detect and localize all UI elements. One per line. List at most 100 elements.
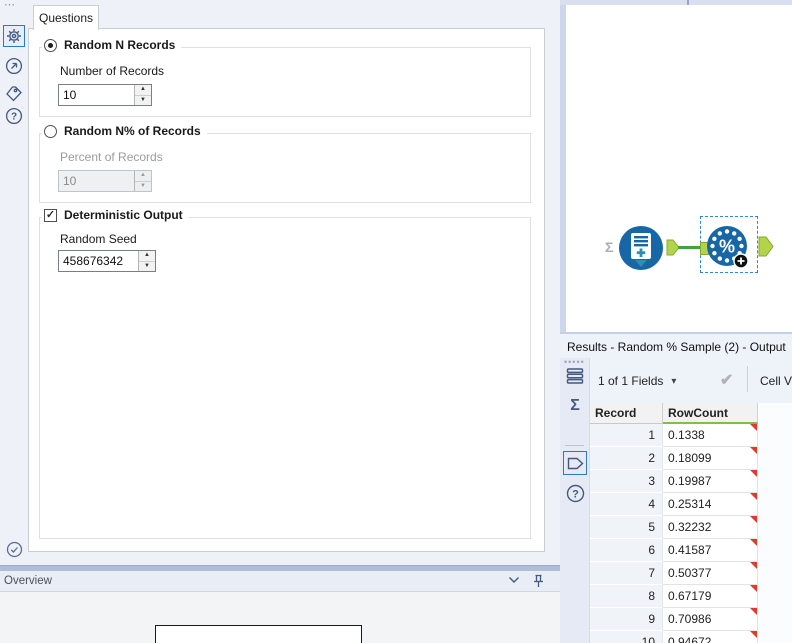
random-seed-spinner: ▲ ▼	[58, 250, 156, 272]
cell-flag-triangle-icon	[750, 585, 757, 592]
divider	[565, 445, 584, 446]
cell-flag-triangle-icon	[750, 470, 757, 477]
alteryx-designer-window: ⋯ ? Questions Random N Records Number of…	[0, 0, 792, 643]
rowcount-cell[interactable]: 0.18099	[663, 447, 758, 470]
results-help-icon[interactable]: ?	[566, 484, 585, 503]
chevron-down-icon: ▾	[671, 375, 677, 387]
record-cell[interactable]: 5	[590, 516, 663, 539]
group-deterministic-label: Deterministic Output	[64, 208, 183, 222]
canvas-horizontal-scrollbar[interactable]	[560, 0, 792, 5]
rowcount-cell[interactable]: 0.94672	[663, 631, 758, 643]
apply-filter-check-icon[interactable]: ✔	[720, 370, 733, 390]
rowcount-cell[interactable]: 0.67179	[663, 585, 758, 608]
configuration-panel: ⋯ ? Questions Random N Records Number of…	[0, 0, 560, 565]
results-panel: Results - Random % Sample (2) - Output •…	[560, 334, 792, 643]
right-region: Σ % Results - Random % Sample (2) - Outp…	[560, 0, 792, 643]
add-badge-icon	[733, 253, 749, 269]
table-row: 6 0.41587	[590, 539, 792, 562]
table-row: 1 0.1338	[590, 424, 792, 447]
random-seed-input[interactable]	[59, 251, 138, 271]
table-view-icon[interactable]	[566, 367, 584, 385]
record-cell[interactable]: 10	[590, 631, 663, 643]
drag-handle-dots-icon[interactable]: •••••	[564, 357, 585, 367]
radio-random-percent-records[interactable]	[44, 124, 57, 138]
overview-header: Overview	[0, 571, 560, 592]
overview-viewport-rect[interactable]	[155, 625, 362, 643]
record-cell[interactable]: 1	[590, 424, 663, 447]
record-cell[interactable]: 6	[590, 539, 663, 562]
record-cell[interactable]: 4	[590, 493, 663, 516]
results-table-body: 1 0.1338 2 0.18099 3 0.19987 4 0.25314 5 0.32232 6…	[590, 424, 792, 643]
configuration-sidebar: ⋯ ?	[0, 0, 28, 565]
spin-down-icon: ▼	[135, 181, 151, 191]
workflow-canvas[interactable]: Σ %	[560, 0, 792, 332]
rowcount-cell[interactable]: 0.25314	[663, 493, 758, 516]
checkbox-deterministic-output[interactable]: ✓	[44, 208, 57, 222]
profile-sigma-icon[interactable]: Σ	[566, 396, 584, 416]
tool-output-anchor[interactable]	[758, 236, 774, 257]
number-of-records-label: Number of Records	[60, 64, 165, 78]
table-row: 9 0.70986	[590, 608, 792, 631]
group-random-percent-records: Random N% of Records Percent of Records …	[39, 124, 531, 203]
cell-flag-triangle-icon	[750, 516, 757, 523]
group-random-n-records: Random N Records Number of Records ▲ ▼	[39, 38, 531, 117]
spin-down-icon[interactable]: ▼	[135, 95, 151, 105]
help-icon[interactable]: ?	[5, 107, 23, 125]
results-table: Record RowCount 1 0.1338 2 0.18099 3 0.19987 4…	[590, 403, 792, 643]
tab-questions[interactable]: Questions	[33, 5, 99, 30]
radio-random-n-records[interactable]	[44, 38, 57, 52]
spin-down-icon[interactable]: ▼	[139, 261, 155, 271]
spin-up-icon[interactable]: ▲	[135, 85, 151, 96]
tab-questions-label: Questions	[38, 11, 94, 25]
fields-dropdown-label: 1 of 1 Fields	[598, 374, 664, 388]
pin-icon[interactable]	[531, 574, 546, 589]
rowcount-cell[interactable]: 0.50377	[663, 562, 758, 585]
generate-rows-tool-icon[interactable]	[619, 226, 663, 270]
rowcount-cell[interactable]: 0.32232	[663, 516, 758, 539]
percent-of-records-label: Percent of Records	[60, 150, 163, 164]
record-cell[interactable]: 8	[590, 585, 663, 608]
settings-gear-icon[interactable]	[3, 25, 25, 47]
results-title: Results - Random % Sample (2) - Output	[567, 340, 786, 354]
cell-flag-triangle-icon	[750, 608, 757, 615]
overview-panel: Overview	[0, 571, 560, 643]
record-cell[interactable]: 9	[590, 608, 663, 631]
overview-title: Overview	[4, 575, 52, 587]
rowcount-cell[interactable]: 0.41587	[663, 539, 758, 562]
record-cell[interactable]: 3	[590, 470, 663, 493]
table-row: 8 0.67179	[590, 585, 792, 608]
canvas-vertical-scrollbar[interactable]	[560, 5, 566, 332]
number-of-records-input[interactable]	[59, 85, 134, 105]
connection-wire	[678, 246, 702, 249]
percent-of-records-spinner: ▲ ▼	[58, 170, 152, 192]
cell-flag-triangle-icon	[750, 631, 757, 638]
metadata-icon[interactable]	[563, 451, 587, 475]
percent-of-records-input	[59, 171, 134, 191]
results-view-strip: ••••• Σ ?	[560, 357, 590, 643]
column-header-rowcount[interactable]: RowCount	[663, 403, 758, 424]
fields-dropdown[interactable]: 1 of 1 Fields ▾	[598, 374, 676, 388]
tool-input-anchor[interactable]: Σ	[605, 239, 613, 255]
scrollbar-thumb[interactable]	[687, 0, 689, 5]
navigation-arrow-icon[interactable]	[5, 57, 23, 75]
results-toolbar: 1 of 1 Fields ▾ ✔ Cell Viewer	[590, 358, 792, 403]
rowcount-cell[interactable]: 0.19987	[663, 470, 758, 493]
rowcount-cell[interactable]: 0.70986	[663, 608, 758, 631]
results-table-header: Record RowCount	[590, 403, 758, 424]
group-random-percent-label: Random N% of Records	[64, 124, 201, 138]
cell-flag-triangle-icon	[750, 424, 757, 431]
record-cell[interactable]: 7	[590, 562, 663, 585]
table-row: 10 0.94672	[590, 631, 792, 643]
svg-text:?: ?	[572, 489, 579, 501]
spin-up-icon[interactable]: ▲	[139, 251, 155, 262]
rowcount-cell[interactable]: 0.1338	[663, 424, 758, 447]
tag-icon[interactable]	[5, 85, 23, 103]
random-seed-label: Random Seed	[60, 232, 137, 246]
apply-check-icon[interactable]	[5, 540, 23, 558]
group-deterministic-output: ✓ Deterministic Output Random Seed ▲ ▼	[39, 208, 531, 539]
cell-viewer-button[interactable]: Cell Viewer	[760, 374, 792, 388]
column-header-record[interactable]: Record	[590, 403, 663, 424]
cell-flag-triangle-icon	[750, 493, 757, 500]
record-cell[interactable]: 2	[590, 447, 663, 470]
collapse-chevron-icon[interactable]	[508, 576, 520, 584]
